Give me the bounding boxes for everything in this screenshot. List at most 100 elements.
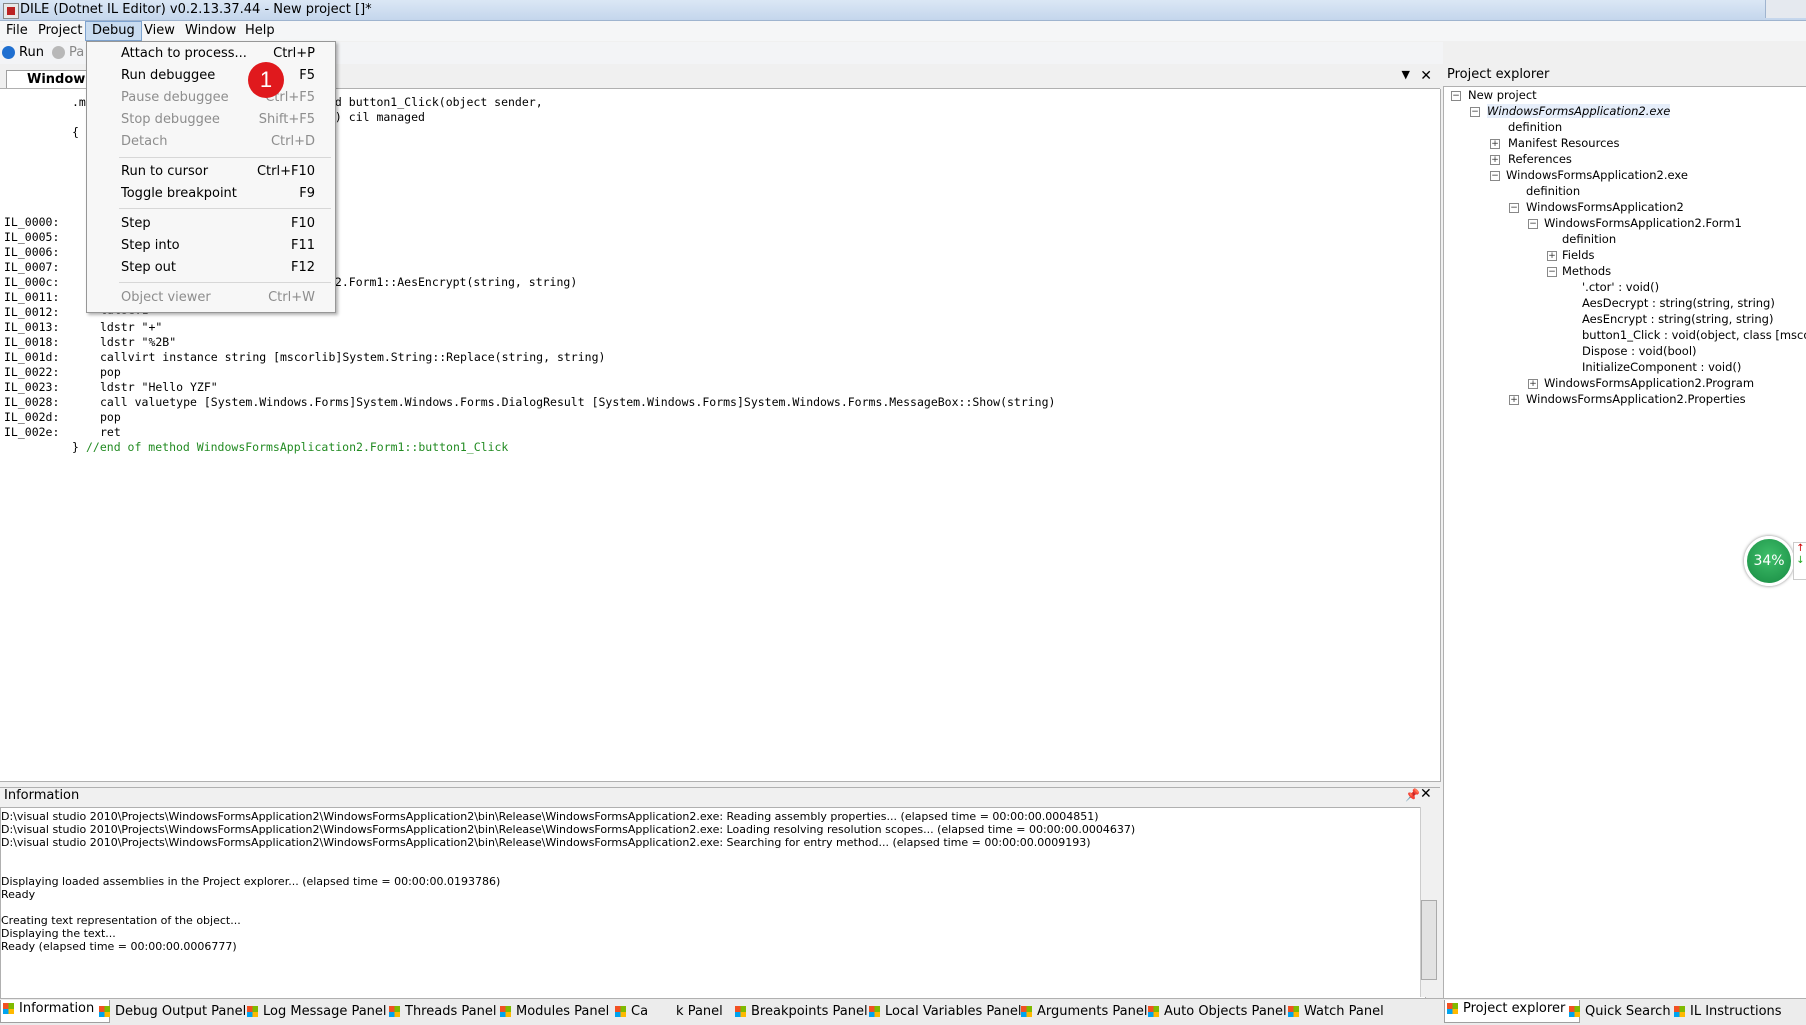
il-offset: IL_0005: xyxy=(4,230,60,244)
collapse-icon[interactable]: − xyxy=(1547,267,1557,277)
menu-item-run-debuggee[interactable]: Run debuggee F5 xyxy=(87,65,335,87)
tree-node[interactable]: WindowsFormsApplication2.Program xyxy=(1544,376,1754,390)
menu-item-run-to-cursor[interactable]: Run to cursor Ctrl+F10 xyxy=(87,161,335,183)
tree-node[interactable]: Fields xyxy=(1562,248,1595,262)
menu-item-attach-to-process[interactable]: Attach to process... Ctrl+P xyxy=(87,43,335,65)
code-line: ldstr "+" xyxy=(100,320,163,334)
log-line: Ready (elapsed time = 00:00:00.0006777) xyxy=(1,940,237,953)
menu-view[interactable]: View xyxy=(138,22,181,40)
tree-node[interactable]: WindowsFormsApplication2.Properties xyxy=(1526,392,1746,406)
pin-icon[interactable]: 📌 xyxy=(1405,788,1420,802)
tree-node[interactable]: WindowsFormsApplication2 xyxy=(1526,200,1684,214)
app-icon xyxy=(3,3,19,19)
run-label: Run xyxy=(19,45,44,60)
menu-item-step-into[interactable]: Step into F11 xyxy=(87,235,335,257)
menu-help[interactable]: Help xyxy=(239,22,281,40)
menu-item-pause-debuggee[interactable]: Pause debuggee Ctrl+F5 xyxy=(87,87,335,109)
close-tab-icon[interactable]: ✕ xyxy=(1420,68,1432,84)
tree-node[interactable]: WindowsFormsApplication2.exe xyxy=(1487,104,1671,118)
panel-icon xyxy=(3,1003,14,1014)
tab-il-instructions[interactable]: IL Instructions xyxy=(1672,1003,1782,1021)
il-offset: IL_0006: xyxy=(4,245,60,259)
tree-node[interactable]: Dispose : void(bool) xyxy=(1582,344,1697,358)
tab-threads-panel[interactable]: Threads Panel xyxy=(387,1003,496,1021)
expand-icon[interactable]: + xyxy=(1490,155,1500,165)
il-offset: IL_0011: xyxy=(4,290,60,304)
log-line: D:\visual studio 2010\Projects\WindowsFo… xyxy=(1,810,1099,823)
tree-node[interactable]: button1_Click : void(object, class [msco… xyxy=(1582,328,1806,342)
menu-item-detach[interactable]: Detach Ctrl+D xyxy=(87,131,335,153)
pause-icon xyxy=(52,46,65,59)
tree-node[interactable]: definition xyxy=(1526,184,1580,198)
close-panel-icon[interactable]: ✕ xyxy=(1420,786,1432,802)
panel-icon xyxy=(735,1006,746,1017)
tab-local-variables-panel[interactable]: Local Variables Panel xyxy=(867,1003,1021,1021)
expand-icon[interactable]: + xyxy=(1490,139,1500,149)
panel-icon xyxy=(247,1006,258,1017)
scrollbar-thumb[interactable] xyxy=(1421,900,1437,980)
tree-node[interactable]: New project xyxy=(1468,88,1537,102)
il-offset: IL_0000: xyxy=(4,215,60,229)
il-offset: IL_0023: xyxy=(4,380,60,394)
tree-node[interactable]: AesDecrypt : string(string, string) xyxy=(1582,296,1775,310)
title-bar: DILE (Dotnet IL Editor) v0.2.13.37.44 - … xyxy=(0,0,1806,21)
menu-window[interactable]: Window xyxy=(179,22,242,40)
menu-item-step-out[interactable]: Step out F12 xyxy=(87,257,335,279)
tab-breakpoints-panel[interactable]: Breakpoints Panel xyxy=(733,1003,868,1021)
menu-item-step[interactable]: Step F10 xyxy=(87,213,335,235)
tree-node[interactable]: References xyxy=(1508,152,1572,166)
expand-icon[interactable]: + xyxy=(1528,379,1538,389)
tree-node[interactable]: InitializeComponent : void() xyxy=(1582,360,1741,374)
window-controls[interactable] xyxy=(1765,0,1806,18)
log-line: Creating text representation of the obje… xyxy=(1,914,241,927)
tree-node[interactable]: '.ctor' : void() xyxy=(1582,280,1659,294)
il-offset: IL_0018: xyxy=(4,335,60,349)
tab-arguments-panel[interactable]: Arguments Panel xyxy=(1019,1003,1147,1021)
expand-icon[interactable]: + xyxy=(1547,251,1557,261)
pause-button[interactable]: Pa xyxy=(52,44,84,62)
tab-modules-panel[interactable]: Modules Panel xyxy=(498,1003,609,1021)
tree-node[interactable]: AesEncrypt : string(string, string) xyxy=(1582,312,1773,326)
log-line: D:\visual studio 2010\Projects\WindowsFo… xyxy=(1,836,1091,849)
menu-project[interactable]: Project xyxy=(32,22,88,40)
tab-callstack-panel[interactable]: Ca k Panel xyxy=(613,1003,723,1021)
information-log[interactable]: D:\visual studio 2010\Projects\WindowsFo… xyxy=(0,807,1426,999)
tree-node[interactable]: Methods xyxy=(1562,264,1611,278)
tab-project-explorer[interactable]: Project explorer xyxy=(1444,1000,1580,1023)
expand-icon[interactable]: + xyxy=(1509,395,1519,405)
menu-item-object-viewer[interactable]: Object viewer Ctrl+W xyxy=(87,287,335,309)
collapse-icon[interactable]: − xyxy=(1490,171,1500,181)
tab-auto-objects-panel[interactable]: Auto Objects Panel xyxy=(1146,1003,1287,1021)
editor-tab[interactable]: Windows xyxy=(6,70,96,88)
il-offset: IL_0028: xyxy=(4,395,60,409)
collapse-icon[interactable]: − xyxy=(1509,203,1519,213)
tab-information[interactable]: Information xyxy=(0,1000,110,1023)
menu-file[interactable]: File xyxy=(0,22,34,40)
tab-log-message-panel[interactable]: Log Message Panel xyxy=(245,1003,387,1021)
panel-icon xyxy=(99,1006,110,1017)
code-line: call valuetype [System.Windows.Forms]Sys… xyxy=(100,395,1056,409)
panel-icon xyxy=(1288,1006,1299,1017)
tree-node[interactable]: definition xyxy=(1562,232,1616,246)
tab-watch-panel[interactable]: Watch Panel xyxy=(1286,1003,1384,1021)
tree-node[interactable]: definition xyxy=(1508,120,1562,134)
menu-item-stop-debuggee[interactable]: Stop debuggee Shift+F5 xyxy=(87,109,335,131)
collapse-icon[interactable]: − xyxy=(1470,107,1480,117)
tab-quick-search[interactable]: Quick Search xyxy=(1567,1003,1671,1021)
tree-node[interactable]: Manifest Resources xyxy=(1508,136,1619,150)
collapse-icon[interactable]: − xyxy=(1528,219,1538,229)
il-offset: IL_002e: xyxy=(4,425,60,439)
panel-icon xyxy=(1447,1003,1458,1014)
log-line: Ready xyxy=(1,888,36,901)
tree-node[interactable]: WindowsFormsApplication2.Form1 xyxy=(1544,216,1742,230)
collapse-icon[interactable]: − xyxy=(1451,91,1461,101)
tab-debug-output-panel[interactable]: Debug Output Panel xyxy=(97,1003,246,1021)
tree-node[interactable]: WindowsFormsApplication2.exe xyxy=(1506,168,1688,182)
menu-item-toggle-breakpoint[interactable]: Toggle breakpoint F9 xyxy=(87,183,335,205)
tab-list-dropdown-icon[interactable]: ▼ xyxy=(1402,68,1410,81)
menu-debug[interactable]: Debug xyxy=(85,21,142,41)
run-button[interactable]: Run xyxy=(2,44,44,62)
il-offset: IL_002d: xyxy=(4,410,60,424)
log-line: Displaying the text... xyxy=(1,927,116,940)
performance-widget[interactable]: 34% xyxy=(1744,536,1794,586)
